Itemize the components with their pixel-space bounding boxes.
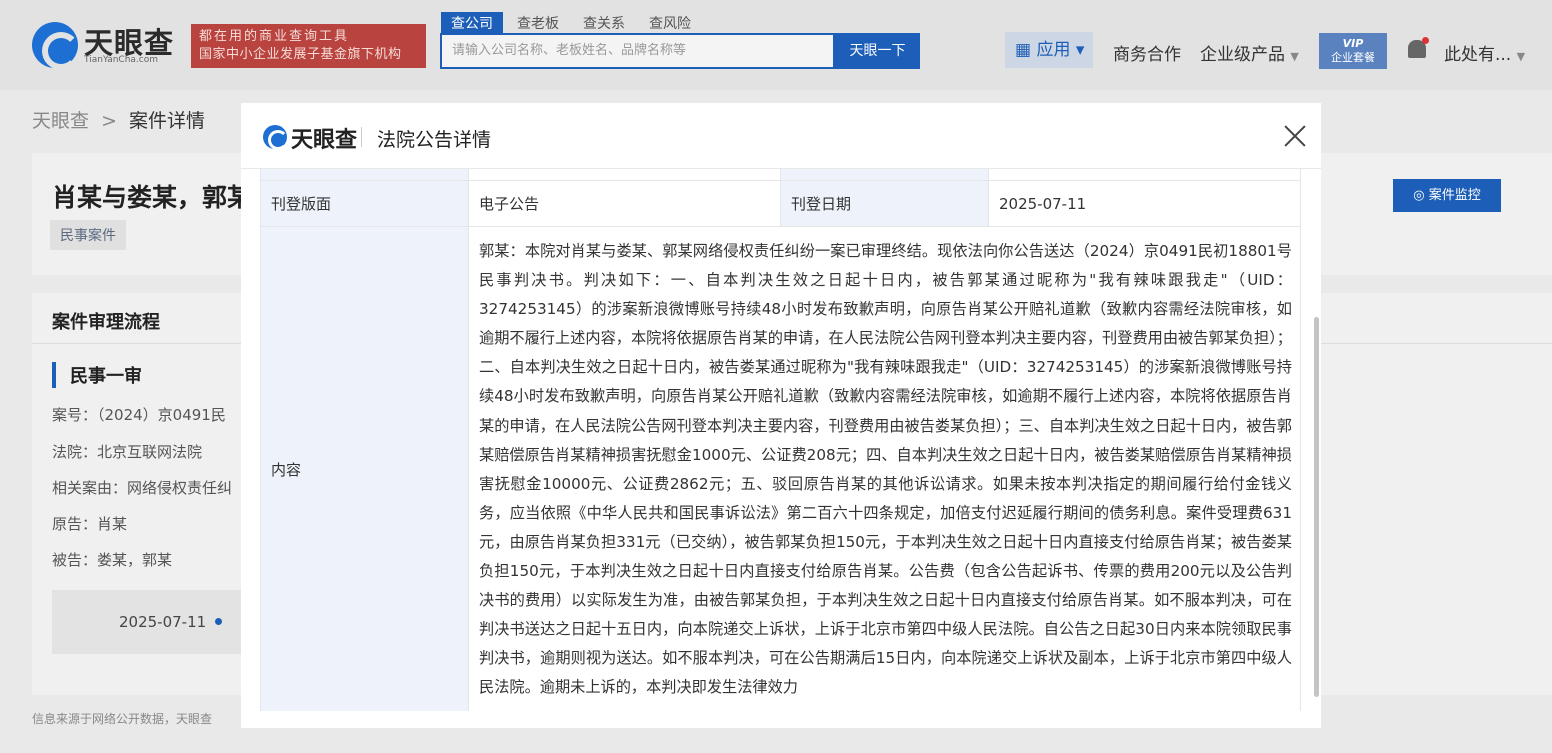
breadcrumb-current: 案件详情 [129,110,206,132]
tab-company[interactable]: 查公司 [441,12,503,34]
nav-apps-button[interactable]: ▦ 应用 ▾ [1005,32,1093,68]
timeline-date: 2025-07-11 [119,613,207,631]
announcement-modal: 公告类型 裁判文书 公告人 北京互联网法院 刊登版面 电子公告 刊登日期 202… [241,103,1321,728]
announcement-table: 公告类型 裁判文书 公告人 北京互联网法院 刊登版面 电子公告 刊登日期 202… [260,141,1301,711]
slogan-line-2: 国家中小企业发展子基金旗下机构 [199,47,402,62]
slogan-banner: 都在用的商业查询工具 国家中小企业发展子基金旗下机构 [191,24,426,68]
chevron-down-icon: ▼ [1290,50,1299,63]
layout-label: 刊登版面 [260,180,469,227]
user-menu[interactable]: 此处有... ▼ [1444,40,1525,65]
modal-header: 天眼查 法院公告详情 [241,103,1321,169]
tab-relation[interactable]: 查关系 [573,12,635,34]
vip-badge[interactable]: VIP 企业套餐 [1319,33,1387,69]
modal-title: 法院公告详情 [377,129,492,151]
vip-sub-label: 企业套餐 [1331,51,1375,64]
nav-apps-label: 应用 [1036,40,1071,60]
table-row: 刊登版面 电子公告 刊登日期 2025-07-11 [260,180,1301,227]
search-button[interactable]: 天眼一下 [835,33,920,69]
breadcrumb-separator: > [101,110,117,132]
search-input[interactable]: 请输入公司名称、老板姓名、品牌名称等 [440,33,835,69]
court-name: 法院：北京互联网法院 [52,443,203,461]
breadcrumb-home[interactable]: 天眼查 [32,110,89,132]
tab-boss[interactable]: 查老板 [507,12,569,34]
content-label: 内容 [260,226,469,711]
logo-icon [263,125,288,150]
vip-label: VIP [1342,37,1364,50]
search-tabs: 查公司 查老板 查关系 查风险 [441,12,705,34]
date-label: 刊登日期 [780,180,989,227]
content-value: 郭某：本院对肖某与娄某、郭某网络侵权责任纠纷一案已审理终结。现依法向你公告送达（… [468,226,1301,711]
case-monitor-label: 案件监控 [1428,188,1481,203]
site-logo[interactable]: 天眼查 TianYanCha.com [32,20,182,70]
top-navbar: 天眼查 TianYanCha.com 都在用的商业查询工具 国家中小企业发展子基… [0,0,1552,90]
nav-enterprise-label: 企业级产品 [1200,45,1285,65]
logo-icon [32,22,80,70]
tab-risk[interactable]: 查风险 [639,12,701,34]
case-monitor-button[interactable]: ◎ 案件监控 [1393,179,1501,212]
logo-subtext: TianYanCha.com [84,55,159,65]
case-type-tag: 民事案件 [50,220,126,250]
case-title: 肖某与娄某，郭某 [52,183,242,212]
stage-title: 民事一审 [52,362,142,388]
date-value: 2025-07-11 [988,180,1301,227]
footer-note: 信息来源于网络公开数据，天眼查 [32,712,213,726]
nav-enterprise[interactable]: 企业级产品 ▼ [1200,40,1299,65]
user-name: 此处有... [1444,45,1512,65]
breadcrumb: 天眼查 > 案件详情 [32,106,205,133]
modal-scrollbar[interactable] [1314,317,1319,697]
modal-logo-text: 天眼查 [291,128,358,153]
flow-heading: 案件审理流程 [52,312,160,333]
slogan-line-1: 都在用的商业查询工具 [199,29,350,44]
timeline-dot[interactable] [215,618,222,625]
bell-icon[interactable] [1408,37,1429,58]
defendant: 被告：娄某，郭某 [52,551,173,569]
case-number: 案号：（2024）京0491民 [52,406,226,424]
close-icon[interactable] [1283,124,1307,148]
divider [361,127,362,147]
case-cause: 相关案由：网络侵权责任纠 [52,479,233,497]
modal-body[interactable]: 公告类型 裁判文书 公告人 北京互联网法院 刊登版面 电子公告 刊登日期 202… [260,141,1302,711]
chevron-down-icon: ▼ [1516,50,1526,63]
table-row: 内容 郭某：本院对肖某与娄某、郭某网络侵权责任纠纷一案已审理终结。现依法向你公告… [260,226,1301,711]
plaintiff: 原告：肖某 [52,515,128,533]
layout-value: 电子公告 [468,180,781,227]
nav-business[interactable]: 商务合作 [1113,40,1181,65]
